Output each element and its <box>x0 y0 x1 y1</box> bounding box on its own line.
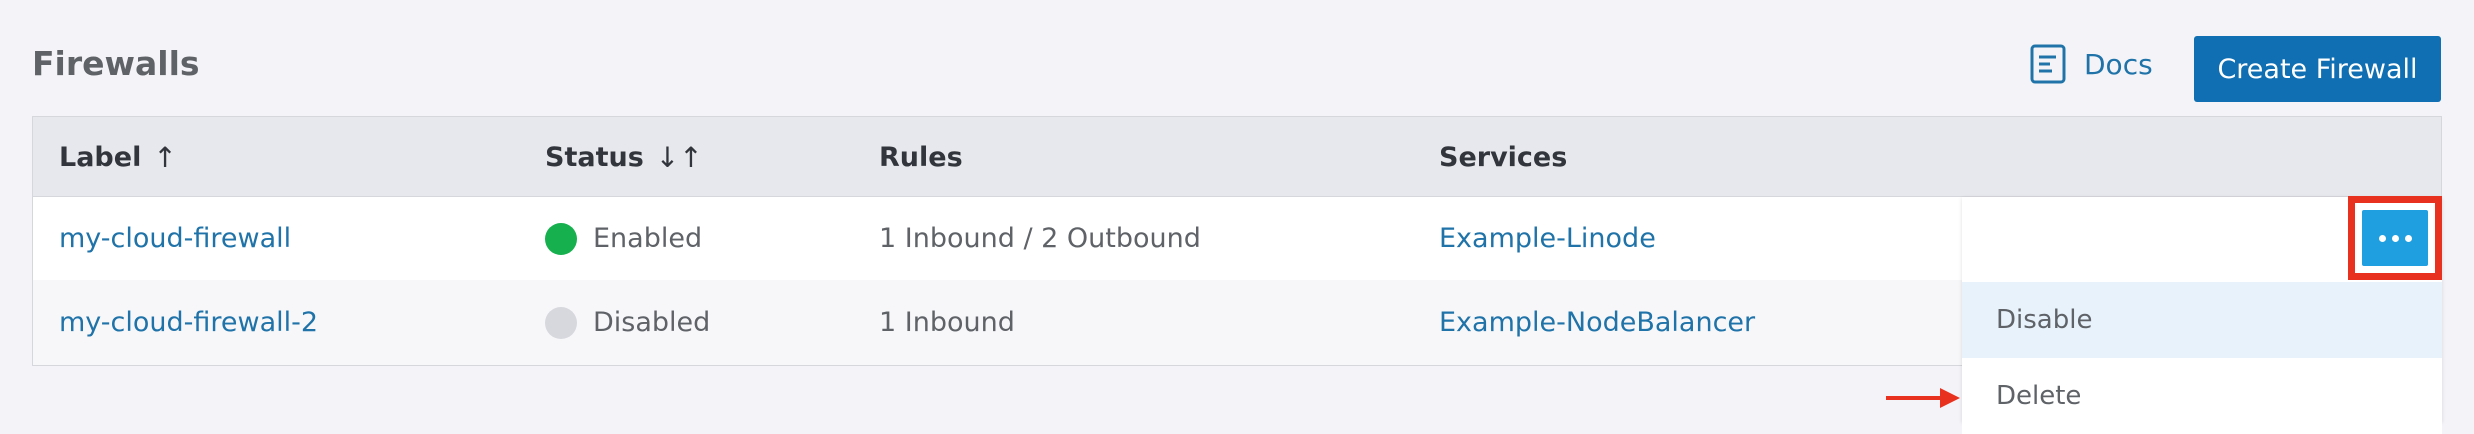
firewall-label-link[interactable]: my-cloud-firewall-2 <box>59 280 318 365</box>
ellipsis-dot-icon <box>2378 234 2386 242</box>
firewall-label-link[interactable]: my-cloud-firewall <box>59 197 291 280</box>
status-cell: Enabled <box>545 197 702 280</box>
service-link[interactable]: Example-Linode <box>1439 197 1656 280</box>
document-icon <box>2030 44 2066 84</box>
menu-item-delete[interactable]: Delete <box>1962 358 2442 434</box>
column-label-text: Label <box>59 141 142 173</box>
docs-link[interactable]: Docs <box>2030 44 2153 84</box>
status-dot-icon <box>545 306 577 339</box>
service-link[interactable]: Example-NodeBalancer <box>1439 280 1755 365</box>
status-text: Enabled <box>593 223 703 254</box>
table-header: Label ↑ Status ↓↑ Rules Services <box>33 117 2441 197</box>
status-text: Disabled <box>593 307 711 338</box>
column-header-label[interactable]: Label ↑ <box>59 117 177 197</box>
menu-item-disable[interactable]: Disable <box>1962 282 2442 358</box>
column-header-rules: Rules <box>879 117 963 197</box>
column-header-services: Services <box>1439 117 1567 197</box>
column-services-text: Services <box>1439 141 1568 173</box>
more-actions-button[interactable] <box>2362 210 2428 266</box>
sort-icon: ↓↑ <box>655 140 703 174</box>
column-status-text: Status <box>545 141 644 173</box>
rules-cell: 1 Inbound <box>879 307 1015 338</box>
page-title: Firewalls <box>32 44 200 83</box>
docs-label: Docs <box>2084 47 2153 81</box>
column-header-status[interactable]: Status ↓↑ <box>545 117 703 197</box>
ellipsis-dot-icon <box>2404 234 2412 242</box>
ellipsis-dot-icon <box>2391 234 2399 242</box>
rules-cell: 1 Inbound / 2 Outbound <box>879 223 1201 254</box>
create-firewall-button[interactable]: Create Firewall <box>2194 36 2441 102</box>
sort-ascending-icon: ↑ <box>153 140 177 174</box>
status-cell: Disabled <box>545 280 710 365</box>
callout-arrow-icon <box>1886 388 1960 408</box>
column-rules-text: Rules <box>879 141 963 173</box>
status-dot-icon <box>545 222 577 255</box>
